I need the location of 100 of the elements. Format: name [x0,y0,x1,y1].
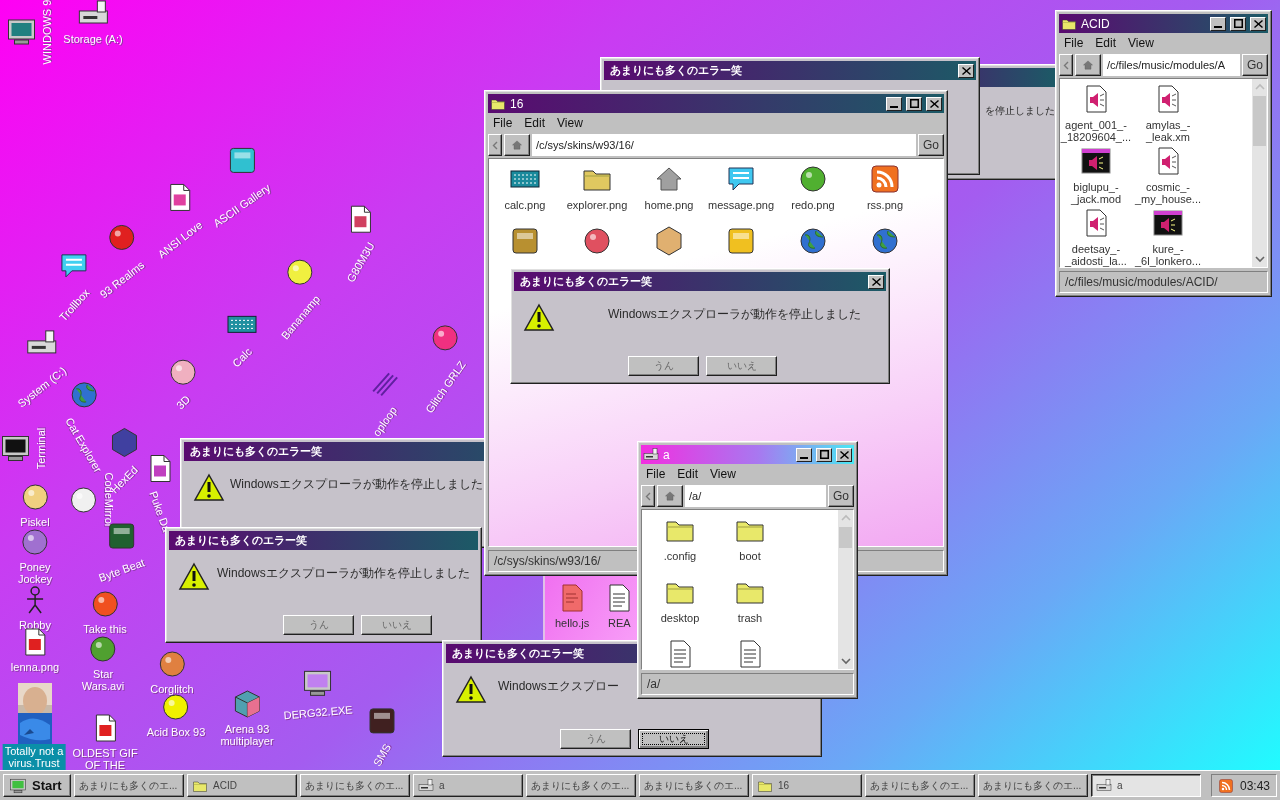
player-window-icon[interactable] [1080,145,1112,177]
icon-label[interactable]: Byte Beat [95,554,149,586]
icon-label[interactable]: DERG32.EXE [281,701,355,723]
icon-label[interactable]: Star Wars.avi [79,667,127,693]
file-name[interactable]: desktop [660,612,700,624]
close-button[interactable] [1250,16,1266,31]
menu-item[interactable]: View [1128,36,1154,50]
file-name[interactable]: REA [607,617,631,629]
file-name[interactable]: redo.png [791,199,835,211]
close-button[interactable] [836,447,852,462]
address-field[interactable]: /a/ [685,485,826,507]
home-button[interactable] [504,134,530,156]
file-name[interactable]: agent_001_- _18209604_... [1060,119,1132,143]
file-name[interactable]: deetsay_- _aidosti_la... [1065,243,1127,267]
file-name[interactable]: trash [737,612,763,624]
menu-item[interactable]: Edit [1095,36,1117,50]
player-window-icon[interactable] [1152,207,1184,239]
icon-label[interactable]: Acid Box 93 [144,725,208,739]
start-button[interactable]: Start [3,774,71,797]
icon-label[interactable]: Poney Jockey [15,560,55,586]
file-name[interactable]: calc.png [504,199,546,211]
icon-label[interactable]: Robby [17,618,53,632]
file-name[interactable]: explorer.png [566,199,628,211]
ball-icon[interactable] [581,225,613,257]
taskbar-button[interactable]: 16 [752,774,862,797]
dialog-button[interactable]: うん [560,729,631,749]
back-button[interactable] [641,485,655,507]
menu-item[interactable]: View [710,467,736,481]
go-button[interactable]: Go [828,485,854,507]
file-name[interactable]: rss.png [866,199,904,211]
taskbar-button[interactable]: a [413,774,523,797]
go-button[interactable]: Go [918,134,944,156]
file-name[interactable]: hello.js [555,617,590,629]
tile-icon[interactable] [725,225,757,257]
dialog-button[interactable]: うん [283,615,354,635]
icon-label[interactable]: Storage (A:) [61,32,125,46]
address-field[interactable]: /c/files/music/modules/A [1103,54,1240,76]
menu-item[interactable]: File [493,116,513,130]
file-name[interactable]: boot [739,550,761,562]
dialog-button[interactable]: いいえ [361,615,432,635]
home-button[interactable] [657,485,683,507]
icon-label[interactable]: Piskel [18,515,52,529]
back-button[interactable] [488,134,502,156]
icon-label[interactable]: Corglitch [148,682,196,696]
icon-label[interactable]: Arena 93 multiplayer [218,722,276,748]
icon-label[interactable]: Terminal [34,425,48,471]
globe-icon[interactable] [869,225,901,257]
close-button[interactable] [958,63,974,78]
hexagon-icon[interactable] [653,225,685,257]
file-name[interactable]: biglupu_- _jack.mod [1070,181,1122,205]
file-name[interactable]: cosmic_- _my_house... [1134,181,1201,205]
taskbar-button[interactable]: あまりにも多くのエ... [526,774,636,797]
taskbar-button[interactable]: あまりにも多くのエ... [865,774,975,797]
dialog-button[interactable]: いいえ [706,356,777,376]
go-button[interactable]: Go [1242,54,1268,76]
taskbar-button[interactable]: あまりにも多くのエ... [300,774,410,797]
back-button[interactable] [1059,54,1073,76]
menu-item[interactable]: Edit [677,467,699,481]
taskbar-button[interactable]: あまりにも多くのエ... [639,774,749,797]
dialog-button[interactable]: うん [628,356,699,376]
dialog-button[interactable]: いいえ [638,729,709,749]
icon-label[interactable]: WINDOWS 9 [40,0,54,67]
maximize-button[interactable] [906,96,922,111]
scrollbar-thumb[interactable] [1253,96,1266,146]
file-name[interactable]: amylas_- _leak.xm [1145,119,1191,143]
file-name[interactable]: home.png [644,199,694,211]
maximize-button[interactable] [1230,16,1246,31]
close-button[interactable] [868,274,884,289]
taskbar-button[interactable]: あまりにも多くのエ... [978,774,1088,797]
scrollbar[interactable] [1252,79,1267,267]
icon-label[interactable]: Take this [81,622,129,636]
file-name[interactable]: .config [663,550,697,562]
file-name[interactable]: kure_- _6l_lonkero... [1134,243,1201,267]
tile-icon[interactable] [509,225,541,257]
icon-label[interactable]: 3D [171,390,195,414]
home-button[interactable] [1075,54,1101,76]
scrollbar[interactable] [838,510,853,669]
ball-icon[interactable] [797,163,829,195]
taskbar-button[interactable]: あまりにも多くのエ... [74,774,184,797]
icon-label[interactable]: Totally not a virus.Trust [2,744,66,770]
rss-icon[interactable] [1217,777,1234,794]
menu-item[interactable]: View [557,116,583,130]
minimize-button[interactable] [886,96,902,111]
icon-label[interactable]: Calc [227,342,257,372]
maximize-button[interactable] [816,447,832,462]
address-field[interactable]: /c/sys/skins/w93/16/ [532,134,916,156]
menu-item[interactable]: File [1064,36,1084,50]
taskbar-button[interactable]: ACID [187,774,297,797]
globe-icon[interactable] [797,225,829,257]
monitor-icon[interactable] [5,16,38,48]
icon-label[interactable]: OLDEST GIF OF THE [70,746,140,770]
close-button[interactable] [926,96,942,111]
taskbar-button[interactable]: a [1091,774,1201,797]
icon-label[interactable]: lenna.png [8,660,62,674]
minimize-button[interactable] [1210,16,1226,31]
file-name[interactable]: message.png [707,199,774,211]
rss-icon[interactable] [869,163,901,195]
minimize-button[interactable] [796,447,812,462]
scrollbar-thumb[interactable] [839,527,852,548]
menu-item[interactable]: Edit [524,116,546,130]
